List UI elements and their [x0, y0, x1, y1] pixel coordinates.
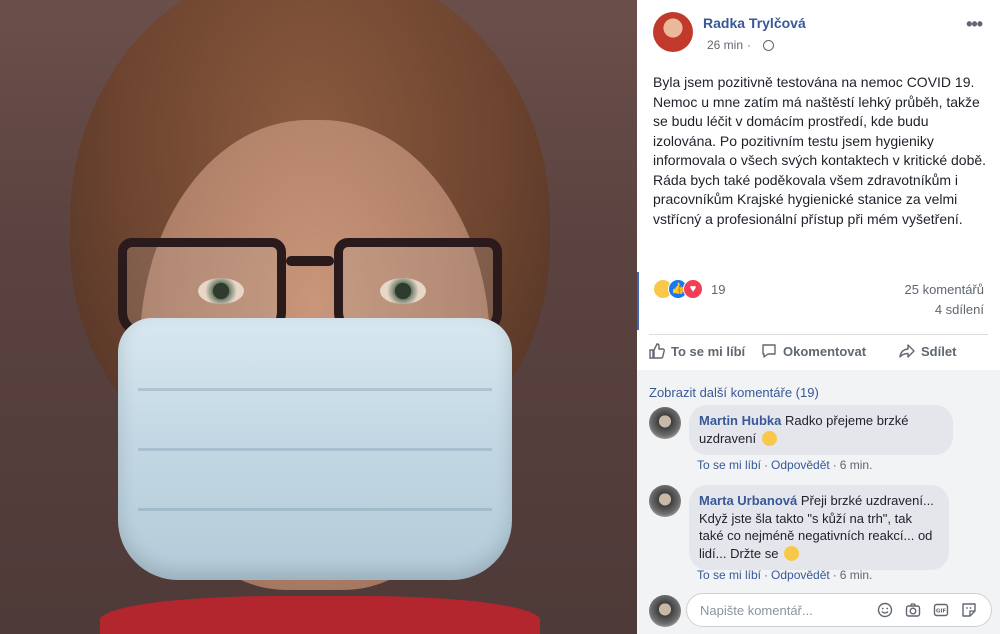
post-photo[interactable] — [0, 0, 637, 634]
smiley-emoji — [784, 545, 800, 561]
comment-bubble: Marta Urbanová Přeji brzké uzdravení... … — [689, 485, 949, 570]
comment-reply-link[interactable]: Odpovědět — [771, 458, 830, 472]
view-more-comments-link[interactable]: Zobrazit další komentáře (19) — [649, 385, 819, 400]
comment-time[interactable]: 6 min. — [840, 568, 873, 582]
mask-pleat — [138, 388, 492, 391]
comment-label: Okomentovat — [783, 344, 867, 359]
post-panel: Radka Trylčová 26 min · ••• Byla jsem poz… — [637, 0, 1000, 634]
comment-avatar[interactable] — [649, 407, 681, 439]
photo-face-mask — [118, 318, 512, 580]
meta-separator: · — [747, 38, 752, 52]
photo-shirt — [100, 596, 540, 634]
separator: · — [764, 458, 769, 472]
left-eye — [198, 278, 244, 304]
share-label: Sdílet — [921, 344, 957, 359]
comment-time[interactable]: 6 min. — [840, 458, 873, 472]
author-avatar[interactable] — [653, 12, 693, 52]
author-name[interactable]: Radka Trylčová — [703, 15, 806, 31]
glasses-bridge — [286, 256, 334, 266]
svg-text:GIF: GIF — [936, 609, 947, 615]
current-user-avatar — [649, 595, 681, 627]
mask-pleat — [138, 508, 492, 511]
globe-icon[interactable] — [763, 40, 775, 51]
comments-count[interactable]: 25 komentářů — [905, 282, 985, 297]
emoji-icon[interactable] — [877, 602, 893, 618]
reaction-count: 19 — [711, 282, 726, 297]
gif-icon[interactable]: GIF — [933, 602, 949, 618]
separator: · — [832, 458, 837, 472]
comment-button[interactable]: Okomentovat — [761, 343, 866, 359]
share-icon — [899, 344, 915, 358]
thumbs-up-icon — [649, 343, 665, 359]
post-actions: To se mi líbí Okomentovat Sdílet — [649, 334, 988, 372]
comment-avatar[interactable] — [649, 485, 681, 517]
separator: · — [764, 568, 769, 582]
flexed-biceps-emoji — [761, 430, 777, 446]
separator: · — [832, 568, 837, 582]
comments-section: Zobrazit další komentáře (19) Martin Hub… — [637, 370, 1000, 588]
mask-pleat — [138, 448, 492, 451]
camera-icon[interactable] — [905, 602, 921, 618]
right-eye — [380, 278, 426, 304]
comment-input[interactable]: Napište komentář... GIF — [686, 593, 992, 627]
sticker-icon[interactable] — [961, 602, 977, 618]
comment-actions: To se mi líbí · Odpovědět · 6 min. — [697, 568, 872, 582]
share-button[interactable]: Sdílet — [899, 343, 956, 359]
comment-like-link[interactable]: To se mi líbí — [697, 568, 761, 582]
post-time[interactable]: 26 min — [707, 38, 743, 52]
like-button[interactable]: To se mi líbí — [649, 343, 745, 359]
like-label: To se mi líbí — [671, 344, 746, 359]
comment-bubble: Martin Hubka Radko přejeme brzké uzdrave… — [689, 405, 953, 455]
comment-composer: Napište komentář... GIF — [637, 588, 1000, 634]
shares-count[interactable]: 4 sdílení — [935, 302, 984, 317]
comment-author[interactable]: Martin Hubka — [699, 413, 781, 428]
comment-actions: To se mi líbí · Odpovědět · 6 min. — [697, 458, 872, 472]
comment-author[interactable]: Marta Urbanová — [699, 493, 797, 508]
post-text: Byla jsem pozitivně testována na nemoc C… — [653, 74, 987, 227]
comment-like-link[interactable]: To se mi líbí — [697, 458, 761, 472]
comment-reply-link[interactable]: Odpovědět — [771, 568, 830, 582]
focus-accent-line — [637, 272, 639, 330]
comment-icon — [762, 344, 776, 358]
post-meta: 26 min · — [707, 38, 775, 52]
love-icon: ♥ — [683, 279, 703, 299]
comment-placeholder: Napište komentář... — [700, 603, 813, 618]
more-icon[interactable]: ••• — [966, 14, 983, 35]
